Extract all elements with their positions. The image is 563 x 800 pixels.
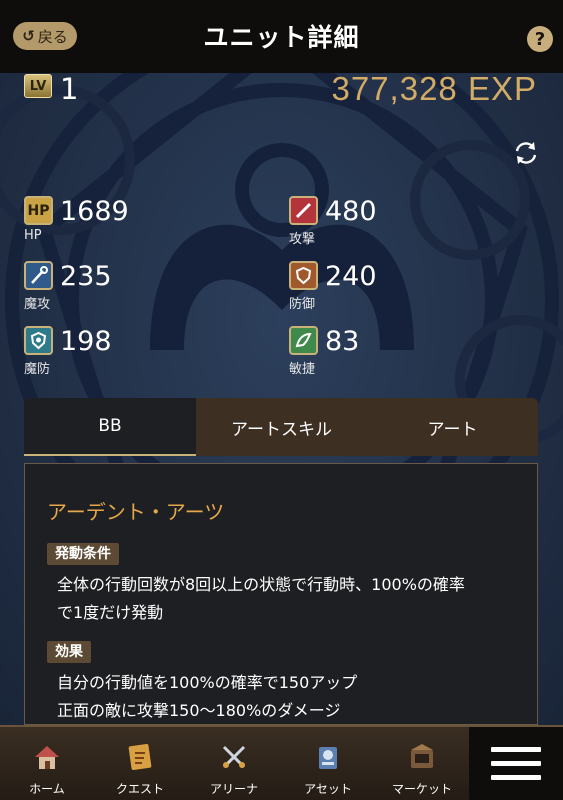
nav-label: クエスト bbox=[115, 782, 164, 796]
stat-value: 83 bbox=[325, 326, 360, 357]
nav-home[interactable]: ホーム bbox=[7, 727, 87, 800]
stat-label: 魔防 bbox=[24, 362, 51, 377]
nav-quest[interactable]: クエスト bbox=[100, 727, 180, 800]
stat-label: 敏捷 bbox=[289, 362, 316, 377]
market-icon bbox=[411, 744, 433, 768]
refresh-icon[interactable] bbox=[512, 139, 540, 167]
exp-value: 377,328 EXP bbox=[331, 70, 537, 107]
quest-icon bbox=[128, 743, 152, 771]
tab-bb[interactable]: BB bbox=[24, 398, 196, 456]
tab-art[interactable]: アート bbox=[367, 398, 538, 456]
level-badge: LV bbox=[24, 74, 52, 98]
shield-icon bbox=[289, 261, 318, 290]
condition-text-line: で1度だけ発動 bbox=[57, 603, 164, 622]
stat-value: 235 bbox=[60, 261, 112, 292]
skill-name: アーデント・アーツ bbox=[47, 500, 225, 524]
nav-label: アセット bbox=[304, 782, 352, 796]
level-value: 1 bbox=[60, 72, 79, 106]
effect-tag: 効果 bbox=[47, 641, 91, 663]
wing-icon bbox=[289, 326, 318, 355]
stat-value: 198 bbox=[60, 326, 112, 357]
help-icon[interactable]: ? bbox=[527, 26, 553, 52]
skill-tabs: BB アートスキル アート bbox=[24, 398, 538, 456]
stat-label: HP bbox=[24, 228, 42, 243]
tab-art-skill[interactable]: アートスキル bbox=[196, 398, 367, 456]
condition-tag: 発動条件 bbox=[47, 543, 119, 565]
stat-value: 1689 bbox=[60, 196, 129, 227]
skill-detail-panel: アーデント・アーツ 発動条件 全体の行動回数が8回以上の状態で行動時、100%の… bbox=[24, 463, 538, 725]
stat-value: 480 bbox=[325, 196, 377, 227]
stat-label: 攻撃 bbox=[289, 232, 316, 247]
app-header: ↺ 戻る ユニット詳細 ? bbox=[0, 0, 563, 73]
home-icon bbox=[35, 746, 59, 769]
nav-arena[interactable]: アリーナ bbox=[194, 727, 274, 800]
staff-icon bbox=[24, 261, 53, 290]
nav-label: マーケット bbox=[391, 782, 452, 796]
nav-label: ホーム bbox=[29, 782, 65, 796]
hp-icon: HP bbox=[24, 196, 53, 225]
sword-icon bbox=[289, 196, 318, 225]
nav-asset[interactable]: アセット bbox=[288, 727, 368, 800]
magic-shield-icon bbox=[24, 326, 53, 355]
effect-text-line: 自分の行動値を100%の確率で150アップ bbox=[57, 673, 358, 692]
stat-label: 防御 bbox=[289, 297, 316, 312]
page-title: ユニット詳細 bbox=[203, 23, 360, 52]
menu-button[interactable] bbox=[469, 727, 563, 800]
effect-text-line: 正面の敵に攻撃150〜180%のダメージ bbox=[57, 701, 341, 720]
arena-icon bbox=[222, 745, 246, 769]
stat-value: 240 bbox=[325, 261, 377, 292]
nav-market[interactable]: マーケット bbox=[382, 727, 462, 800]
stat-label: 魔攻 bbox=[24, 297, 51, 312]
nav-label: アリーナ bbox=[209, 782, 258, 796]
asset-icon bbox=[319, 747, 337, 769]
condition-text-line: 全体の行動回数が8回以上の状態で行動時、100%の確率 bbox=[57, 575, 465, 594]
bottom-nav: ホーム クエスト アリーナ アセット マーケット bbox=[0, 725, 563, 800]
